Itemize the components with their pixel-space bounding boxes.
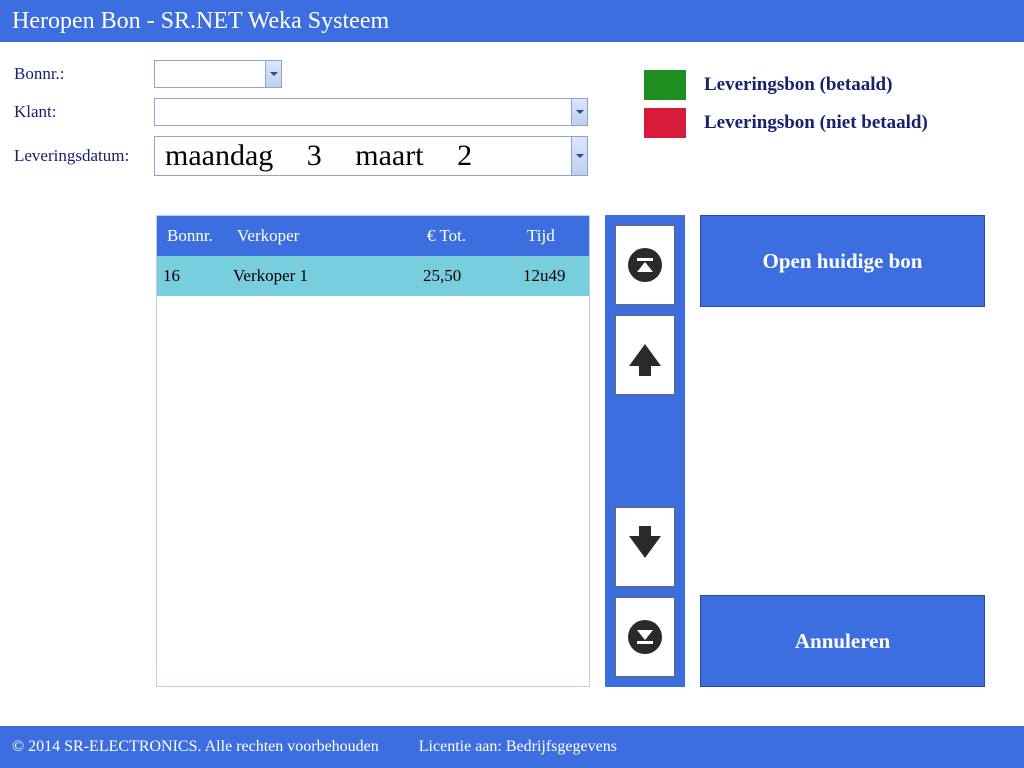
cell-tot: 25,50: [417, 266, 517, 286]
legend-paid: Leveringsbon (betaald): [644, 70, 984, 100]
cell-bonnr: 16: [157, 266, 227, 286]
bonnr-combo[interactable]: [154, 60, 282, 88]
klant-combo[interactable]: [154, 98, 588, 126]
date-value: maandag 3 maart 2: [165, 139, 472, 173]
chevron-down-icon: [265, 61, 281, 87]
col-header-bonnr: Bonnr.: [161, 226, 231, 246]
arrow-down-icon: [629, 536, 661, 558]
legend-paid-label: Leveringsbon (betaald): [704, 74, 892, 96]
license-text: Licentie aan: Bedrijfsgegevens: [419, 738, 617, 756]
open-current-button[interactable]: Open huidige bon: [700, 215, 985, 307]
col-header-verkoper: Verkoper: [231, 226, 421, 246]
bonnr-label: Bonnr.:: [10, 64, 154, 84]
date-label: Leveringsdatum:: [10, 146, 154, 166]
swatch-paid: [644, 70, 686, 100]
chevron-down-icon: [571, 99, 587, 125]
table-header: Bonnr. Verkoper € Tot. Tijd: [157, 216, 589, 256]
copyright-text: © 2014 SR-ELECTRONICS. Alle rechten voor…: [12, 738, 379, 756]
table-row[interactable]: 16 Verkoper 1 25,50 12u49: [157, 256, 589, 296]
scroll-last-button[interactable]: [615, 597, 675, 677]
scroll-down-button[interactable]: [615, 507, 675, 587]
date-combo[interactable]: maandag 3 maart 2: [154, 136, 588, 176]
status-bar: © 2014 SR-ELECTRONICS. Alle rechten voor…: [0, 726, 1024, 768]
nav-panel: [605, 215, 685, 687]
title-bar: Heropen Bon - SR.NET Weka Systeem: [0, 0, 1024, 42]
open-current-label: Open huidige bon: [763, 249, 923, 274]
swatch-unpaid: [644, 108, 686, 138]
legend-unpaid-label: Leveringsbon (niet betaald): [704, 112, 928, 134]
cell-tijd: 12u49: [517, 266, 577, 286]
receipts-table: Bonnr. Verkoper € Tot. Tijd 16 Verkoper …: [156, 215, 590, 687]
chevron-down-icon: [571, 137, 587, 175]
col-header-tijd: Tijd: [521, 226, 581, 246]
cancel-label: Annuleren: [795, 629, 890, 654]
klant-label: Klant:: [10, 102, 154, 122]
col-header-tot: € Tot.: [421, 226, 521, 246]
scroll-up-button[interactable]: [615, 315, 675, 395]
legend: Leveringsbon (betaald) Leveringsbon (nie…: [644, 70, 984, 146]
scroll-first-button[interactable]: [615, 225, 675, 305]
arrow-up-icon: [629, 344, 661, 366]
cancel-button[interactable]: Annuleren: [700, 595, 985, 687]
scroll-top-icon: [628, 248, 662, 282]
scroll-bottom-icon: [628, 620, 662, 654]
cell-verkoper: Verkoper 1: [227, 266, 417, 286]
app-title: Heropen Bon - SR.NET Weka Systeem: [12, 8, 389, 35]
action-panel: Open huidige bon Annuleren: [700, 215, 985, 687]
legend-unpaid: Leveringsbon (niet betaald): [644, 108, 984, 138]
